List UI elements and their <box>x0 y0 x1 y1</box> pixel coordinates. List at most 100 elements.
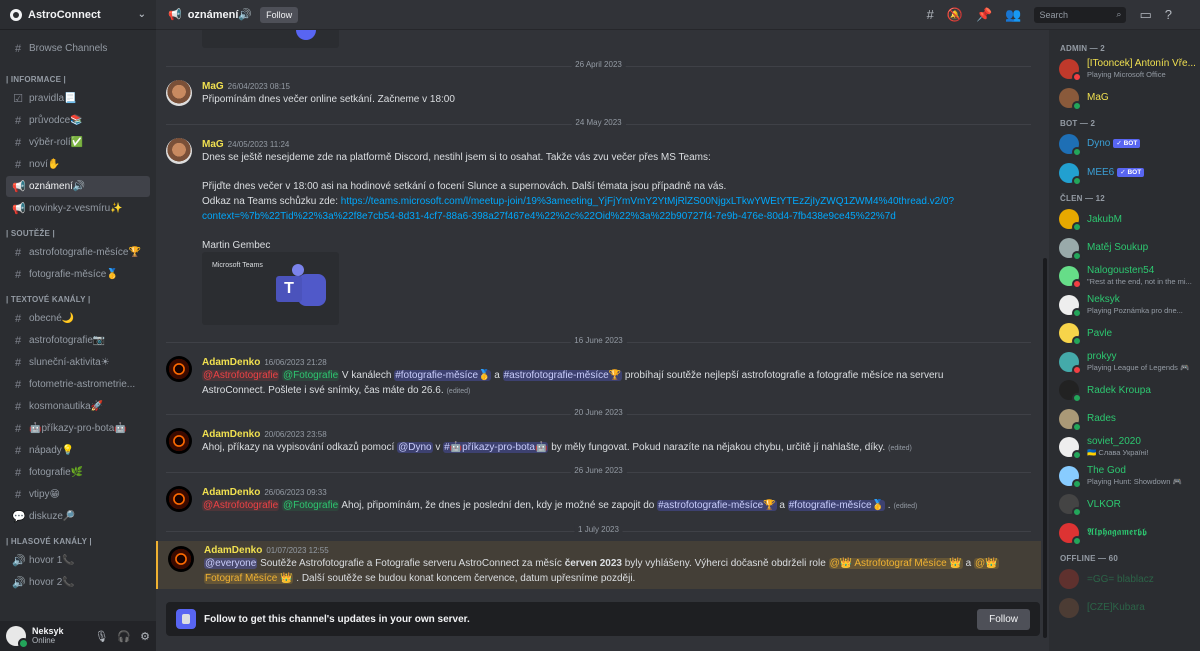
avatar <box>1059 437 1082 460</box>
sidebar-channel[interactable]: 💬 diskuze🔎 <box>6 506 150 527</box>
channel-mention[interactable]: #astrofotografie-měsíce🏆 <box>657 500 777 511</box>
member-item[interactable]: Nalogousten54 "Rest at the end, not in th… <box>1059 263 1199 289</box>
teams-link[interactable]: https://teams.microsoft.com/l/meetup-joi… <box>341 196 954 207</box>
member-item[interactable]: The God Playing Hunt: Showdown 🎮 <box>1059 463 1199 489</box>
sidebar-channel[interactable]: # kosmonautika🚀 <box>6 396 150 417</box>
member-item[interactable]: prokyy Playing League of Legends 🎮 <box>1059 349 1199 375</box>
member-item[interactable]: [ITooncek] Antonín Vře... Playing Microso… <box>1059 56 1199 82</box>
role-mention[interactable]: @👑 <box>974 558 999 569</box>
member-item[interactable]: Rades <box>1059 406 1199 432</box>
sidebar-channel[interactable]: 🔊 hovor 2📞 <box>6 572 150 593</box>
follow-button-header[interactable]: Follow <box>260 6 299 23</box>
member-item[interactable]: [CZE]Kubara <box>1059 595 1199 621</box>
server-header[interactable]: AstroConnect ⌄ <box>0 0 156 30</box>
channel-mention[interactable]: #fotografie-měsíce🥇 <box>394 370 492 381</box>
member-item[interactable]: JakubM <box>1059 206 1199 232</box>
member-item[interactable]: Pavle <box>1059 320 1199 346</box>
follow-button[interactable]: Follow <box>977 608 1030 630</box>
sidebar-channel[interactable]: # obecné🌙 <box>6 308 150 329</box>
avatar[interactable] <box>168 546 194 572</box>
member-item[interactable]: =GG= blablacz <box>1059 566 1199 592</box>
category-header[interactable]: | TEXTOVÉ KANÁLY | <box>6 295 150 304</box>
member-item[interactable]: MEE6 ✓ BOT <box>1059 160 1199 186</box>
notification-muted-icon[interactable]: 🔕 <box>947 7 963 23</box>
sidebar-channel[interactable]: # výběr-rolí✅ <box>6 132 150 153</box>
teams-embed[interactable]: Microsoft Teams T <box>202 252 339 325</box>
avatar <box>1059 266 1082 289</box>
microphone-icon[interactable]: 🎙 <box>94 630 108 643</box>
member-item[interactable]: Dyno ✓ BOT <box>1059 131 1199 157</box>
member-item[interactable]: Neksyk Playing Poznámka pro dne... <box>1059 292 1199 318</box>
sidebar-channel[interactable]: # astrofotografie-měsíce🏆 <box>6 242 150 263</box>
avatar[interactable] <box>166 80 192 106</box>
teams-link-continued[interactable]: context=%7b%22Tid%22%3a%22f8e7cb54-8d31-… <box>202 211 896 222</box>
help-icon[interactable]: ? <box>1165 7 1172 22</box>
sidebar-channel[interactable]: # vtipy😁 <box>6 484 150 505</box>
avatar <box>1059 408 1082 432</box>
member-item[interactable]: VLKOR <box>1059 491 1199 517</box>
sidebar-channel[interactable]: 🔊 hovor 1📞 <box>6 550 150 571</box>
avatar[interactable] <box>166 428 192 454</box>
search-icon: ⌕ <box>1116 9 1122 19</box>
category-header[interactable]: | INFORMACE | <box>6 75 150 84</box>
sidebar-channel[interactable]: # nápady💡 <box>6 440 150 461</box>
chevron-down-icon[interactable]: ⌄ <box>138 9 146 20</box>
member-activity: Playing League of Legends 🎮 <box>1087 362 1190 372</box>
member-list-icon[interactable]: 👥 <box>1005 7 1021 23</box>
hash-icon: # <box>14 158 22 171</box>
member-item[interactable]: Matěj Soukup <box>1059 235 1199 261</box>
sidebar-channel[interactable]: # fotografie🌿 <box>6 462 150 483</box>
sidebar-channel[interactable]: # noví✋ <box>6 154 150 175</box>
role-mention[interactable]: @👑 Astrofotograf Měsíce 👑 <box>828 558 963 569</box>
inbox-icon[interactable]: ▭ <box>1139 7 1151 23</box>
threads-icon[interactable]: # <box>927 7 934 22</box>
message-author[interactable]: AdamDenko <box>202 357 260 368</box>
role-mention[interactable]: @Fotografie <box>281 500 340 511</box>
sidebar-channel[interactable]: # fotografie-měsíce🥇 <box>6 264 150 285</box>
avatar <box>1059 294 1082 318</box>
message-area: 26 April 2023 MaG 26/04/2023 08:15 Připom… <box>156 30 1041 651</box>
gear-icon[interactable]: ⚙ <box>140 630 150 643</box>
avatar[interactable] <box>166 138 192 164</box>
role-mention-continued[interactable]: Fotograf Měsíce 👑 <box>204 573 294 584</box>
browse-channels[interactable]: # Browse Channels <box>6 38 150 59</box>
message-author[interactable]: AdamDenko <box>202 429 260 440</box>
avatar[interactable] <box>166 356 192 382</box>
category-header[interactable]: | SOUTĚŽE | <box>6 229 150 238</box>
edited-label: (edited) <box>888 445 912 452</box>
search-input[interactable]: Search ⌕ <box>1034 6 1127 23</box>
category-header[interactable]: | HLASOVÉ KANÁLY | <box>6 537 150 546</box>
sidebar-channel[interactable]: # astrofotografie📷 <box>6 330 150 351</box>
scrollbar[interactable] <box>1041 30 1049 651</box>
message-timestamp: 26/04/2023 08:15 <box>227 82 290 91</box>
forum-icon: 💬 <box>12 511 26 523</box>
member-item[interactable]: Radek Kroupa <box>1059 377 1199 403</box>
member-item[interactable]: MaG <box>1059 85 1199 111</box>
message-author[interactable]: MaG <box>202 81 224 92</box>
sidebar-channel[interactable]: # průvodce📚 <box>6 110 150 131</box>
avatar[interactable] <box>6 626 29 649</box>
sidebar-channel[interactable]: 📢 novinky-z-vesmíru✨ <box>6 198 150 219</box>
role-mention[interactable]: @Astrofotografie <box>202 500 280 511</box>
user-mention[interactable]: @Dyno <box>397 442 433 453</box>
sidebar-channel[interactable]: # sluneční-aktivita☀ <box>6 352 150 373</box>
sidebar-channel[interactable]: # 🤖příkazy-pro-bota🤖 <box>6 418 150 439</box>
message-author[interactable]: AdamDenko <box>204 545 262 556</box>
pin-icon[interactable]: 📌 <box>976 7 992 23</box>
channel-mention[interactable]: #astrofotografie-měsíce🏆 <box>502 370 623 381</box>
sidebar-channel[interactable]: ☑ pravidla📃 <box>6 88 150 109</box>
sidebar-channel[interactable]: 📢 oznámení🔊 <box>6 176 150 197</box>
channel-mention[interactable]: #🤖příkazy-pro-bota🤖 <box>443 442 549 453</box>
message-author[interactable]: AdamDenko <box>202 487 260 498</box>
role-mention[interactable]: @Astrofotografie <box>202 370 280 381</box>
member-item[interactable]: 𝕬𝖑𝖕𝖍𝖆𝖌𝖆𝖒𝖊𝖗𝖇𝖇 <box>1059 520 1199 546</box>
hash-icon: # <box>14 356 22 369</box>
headphones-icon[interactable]: 🎧 <box>117 630 131 643</box>
sidebar-channel[interactable]: # fotometrie-astrometrie... <box>6 374 150 395</box>
role-mention[interactable]: @Fotografie <box>281 370 340 381</box>
everyone-mention[interactable]: @everyone <box>204 558 258 569</box>
avatar[interactable] <box>166 486 192 512</box>
message-author[interactable]: MaG <box>202 139 224 150</box>
channel-mention[interactable]: #fotografie-měsíce🥇 <box>787 500 886 511</box>
member-item[interactable]: soviet_2020 🇺🇦 Слава Україні! <box>1059 434 1199 460</box>
